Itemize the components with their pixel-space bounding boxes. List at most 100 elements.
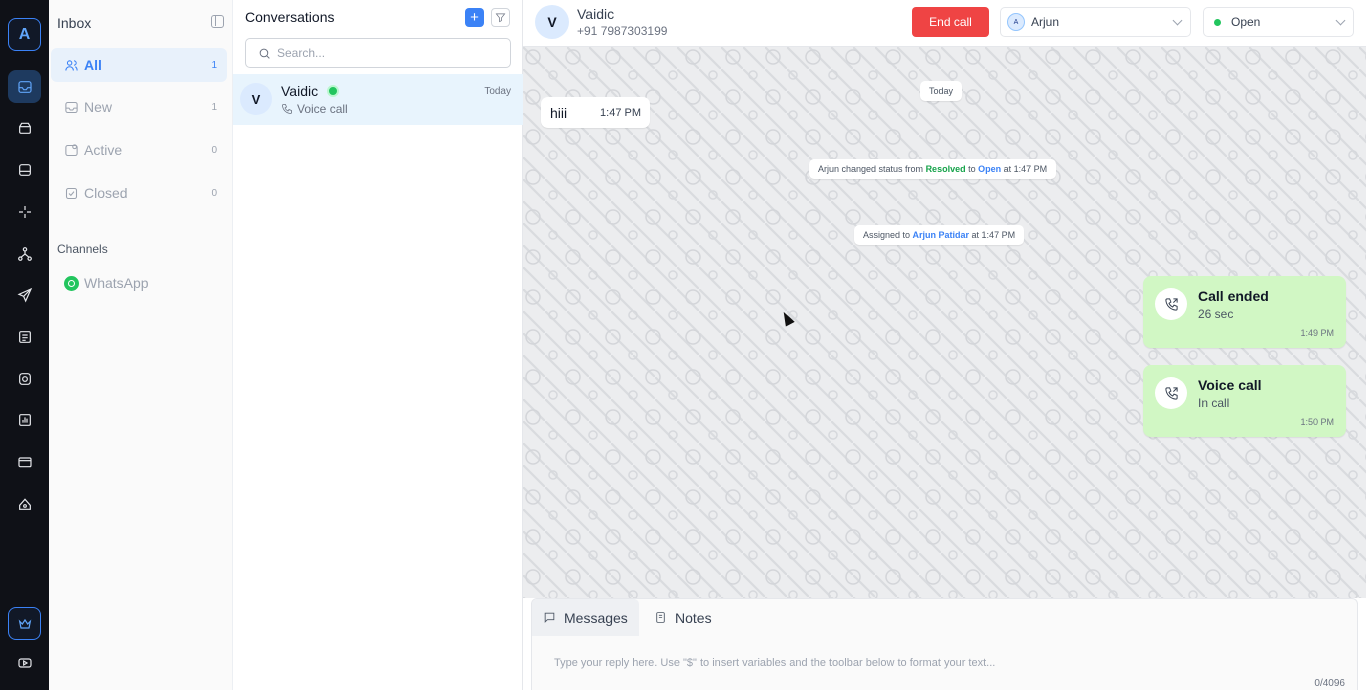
call-title: Call ended [1198,288,1269,304]
inbox-filter-count: 1 [211,59,217,71]
message-area[interactable]: Today hiii 1:47 PM Arjun changed status … [523,47,1366,598]
new-conversation-button[interactable]: + [465,8,484,27]
conversations-panel: Conversations + V Vaidic Voice call Toda… [233,0,523,690]
channel-whatsapp[interactable]: WhatsApp [64,275,149,291]
message-text: hiii [550,105,568,121]
chevron-down-icon [1172,15,1183,26]
inbox-filter-label: Closed [84,185,128,201]
assignee-select[interactable]: A Arjun [1000,7,1191,37]
crown-icon[interactable] [8,607,41,640]
billing-icon[interactable] [8,445,41,478]
whatsapp-icon [64,275,79,291]
status-select[interactable]: Open [1203,7,1354,37]
conversation-time: Today [484,86,511,97]
inbox-filter-count: 0 [211,187,217,199]
tab-messages[interactable]: Messages [532,599,639,636]
inbox-filter-closed[interactable]: Closed 0 [51,176,227,210]
contact-name: Vaidic [281,83,319,99]
instagram-icon[interactable] [8,362,41,395]
mouse-cursor-icon [779,309,795,327]
inbox-panel: Inbox All 1 New 1 Active 0 Closed 0 Chan… [49,0,233,690]
incoming-message: hiii 1:47 PM [541,97,650,128]
last-message: Voice call [297,102,348,116]
notes-icon [656,612,665,623]
message-time: 1:47 PM [600,107,641,119]
status-to: Open [978,164,1002,174]
call-ended-card: Call ended 26 sec 1:49 PM [1143,276,1346,348]
status-label: Open [1231,15,1261,29]
channel-label: WhatsApp [84,275,149,291]
character-counter: 0/4096 [1314,678,1345,689]
search-box [245,38,511,68]
conversation-item[interactable]: V Vaidic Voice call Today [233,74,523,125]
phone-call-icon [282,104,292,114]
call-status: In call [1198,396,1230,410]
notice-text: to [965,164,979,174]
notice-text: at 1:47 PM [969,230,1016,240]
notice-text: Assigned to [863,230,913,240]
inbox-filter-label: All [84,57,102,73]
templates-icon[interactable] [8,320,41,353]
chat-header: V Vaidic +91 7987303199 End call A Arjun… [523,0,1366,47]
assignee-avatar: A [1007,13,1025,31]
assignee-link[interactable]: Arjun Patidar [913,230,970,240]
notice-text: at 1:47 PM [1001,164,1048,174]
inbox-filter-label: Active [84,142,123,158]
broadcast-icon[interactable] [8,278,41,311]
conversation-subtitle: Voice call [281,102,348,116]
avatar: V [240,83,272,115]
call-time: 1:49 PM [1300,328,1334,338]
phone-call-icon [1155,288,1187,320]
search-icon [259,48,270,59]
contact-name: Vaidic [577,6,615,22]
status-from: Resolved [925,164,966,174]
users-icon [65,59,78,71]
inbox-icon[interactable] [8,70,41,103]
integrations-icon[interactable] [8,487,41,520]
conversations-title: Conversations [245,9,335,25]
contacts-icon[interactable] [8,111,41,144]
inbox-filter-new[interactable]: New 1 [51,90,227,124]
inbox-filter-label: New [84,99,113,115]
end-call-button[interactable]: End call [912,7,989,37]
tab-label: Notes [675,609,712,626]
assignee-name: Arjun [1031,15,1060,29]
app-rail: A [0,0,49,690]
call-duration: 26 sec [1198,307,1234,321]
inbox-filter-count: 0 [211,144,217,156]
tab-label: Messages [564,609,628,626]
ai-sparkle-icon[interactable] [8,195,41,228]
whatsapp-icon [327,85,339,97]
date-separator: Today [920,81,963,101]
reply-composer: Messages Notes 0/4096 [531,598,1358,690]
phone-call-icon [1155,377,1187,409]
call-title: Voice call [1198,377,1262,393]
inbox-filter-all[interactable]: All 1 [51,48,227,82]
collapse-sidebar-icon[interactable] [211,15,224,28]
check-square-icon [65,187,78,199]
tab-notes[interactable]: Notes [643,599,723,636]
contact-phone: +91 7987303199 [577,24,668,38]
status-dot [1214,18,1221,26]
analytics-icon[interactable] [8,403,41,436]
inbox-filter-count: 1 [211,101,217,113]
contact-avatar: V [535,5,569,39]
video-icon[interactable] [8,646,41,679]
assignment-notice: Assigned to Arjun Patidar at 1:47 PM [854,225,1025,245]
call-time: 1:50 PM [1300,417,1334,427]
inbox-icon [65,101,78,113]
filter-icon [495,13,506,23]
reply-input[interactable] [554,657,1234,675]
status-change-notice: Arjun changed status from Resolved to Op… [809,159,1057,179]
notice-text: Arjun changed status from [818,164,926,174]
inbox-filter-active[interactable]: Active 0 [51,133,227,167]
chevron-down-icon [1335,15,1346,26]
filter-button[interactable] [491,8,510,27]
inbox-title: Inbox [57,15,92,31]
channels-heading: Channels [57,242,108,256]
workspace-logo[interactable]: A [8,18,41,51]
search-input[interactable] [277,46,497,60]
archive-icon[interactable] [8,153,41,186]
flows-icon[interactable] [8,237,41,270]
chat-panel: V Vaidic +91 7987303199 End call A Arjun… [523,0,1366,690]
